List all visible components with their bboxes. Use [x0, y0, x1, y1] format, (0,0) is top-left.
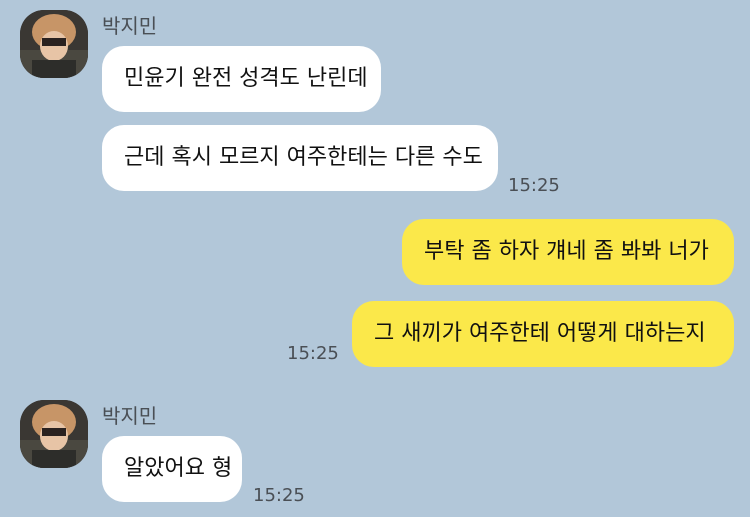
message-timestamp: 15:25 — [287, 343, 339, 364]
message-bubble[interactable]: 민윤기 완전 성격도 난린데 — [102, 46, 381, 112]
profile-photo-icon — [20, 400, 88, 468]
message-bubble[interactable]: 그 새끼가 여주한테 어떻게 대하는지 — [352, 301, 734, 367]
sender-avatar[interactable] — [20, 400, 88, 468]
message-bubble[interactable]: 알았어요 형 — [102, 436, 242, 502]
sender-name: 박지민 — [102, 404, 158, 428]
sender-avatar[interactable] — [20, 10, 88, 78]
message-bubble[interactable]: 부탁 좀 하자 걔네 좀 봐봐 너가 — [402, 219, 734, 285]
sender-name: 박지민 — [102, 14, 158, 38]
profile-photo-icon — [20, 10, 88, 78]
message-bubble[interactable]: 근데 혹시 모르지 여주한테는 다른 수도 — [102, 125, 498, 191]
message-timestamp: 15:25 — [253, 485, 305, 506]
message-timestamp: 15:25 — [508, 175, 560, 196]
